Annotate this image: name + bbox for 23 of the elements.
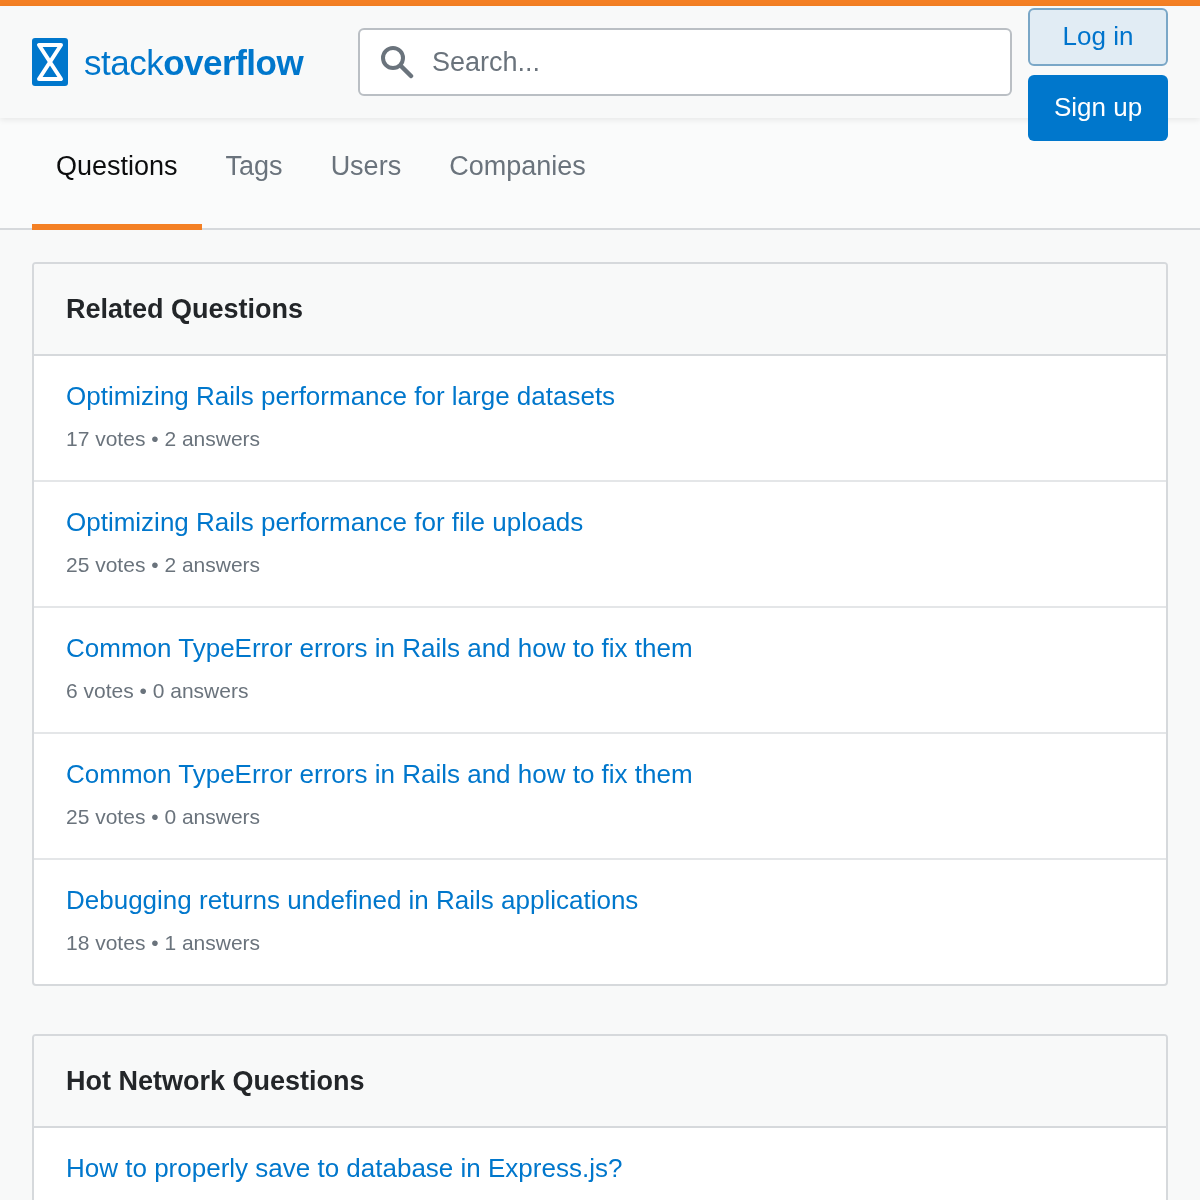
card-heading: Hot Network Questions (66, 1064, 365, 1098)
question-stats: 18 votes • 1 answers (66, 930, 261, 956)
logo-icon (32, 38, 68, 86)
nav-tab[interactable]: Questions (32, 145, 202, 230)
log-in-button[interactable]: Log in (1028, 7, 1168, 66)
question-link[interactable]: How to properly save to database in Express.js? (66, 1152, 623, 1184)
question-stats: 25 votes • 0 answers (66, 804, 261, 830)
nav-tab[interactable]: Users (306, 145, 426, 230)
nav-tab[interactable]: Tags (201, 145, 307, 230)
nav-tab[interactable]: Companies (425, 145, 610, 230)
question-link[interactable]: Optimizing Rails performance for large datasets (66, 380, 616, 412)
question-link[interactable]: Common TypeError errors in Rails and how to fix them (66, 758, 693, 790)
question-stats: 17 votes • 2 answers (66, 426, 261, 452)
card-heading: Related Questions (66, 292, 304, 326)
question-link[interactable]: Optimizing Rails performance for file uploads (66, 506, 584, 538)
question-link[interactable]: Debugging returns undefined in Rails applications (66, 884, 639, 916)
sign-up-button[interactable]: Sign up (1028, 74, 1168, 141)
search-icon (380, 45, 414, 79)
question-stats: 6 votes • 0 answers (66, 678, 249, 704)
question-link[interactable]: Common TypeError errors in Rails and how to fix them (66, 632, 693, 664)
logo-text[interactable]: stackoverflow (84, 44, 304, 80)
search-field[interactable]: Search... (358, 28, 1012, 96)
question-stats: 25 votes • 2 answers (66, 552, 261, 578)
